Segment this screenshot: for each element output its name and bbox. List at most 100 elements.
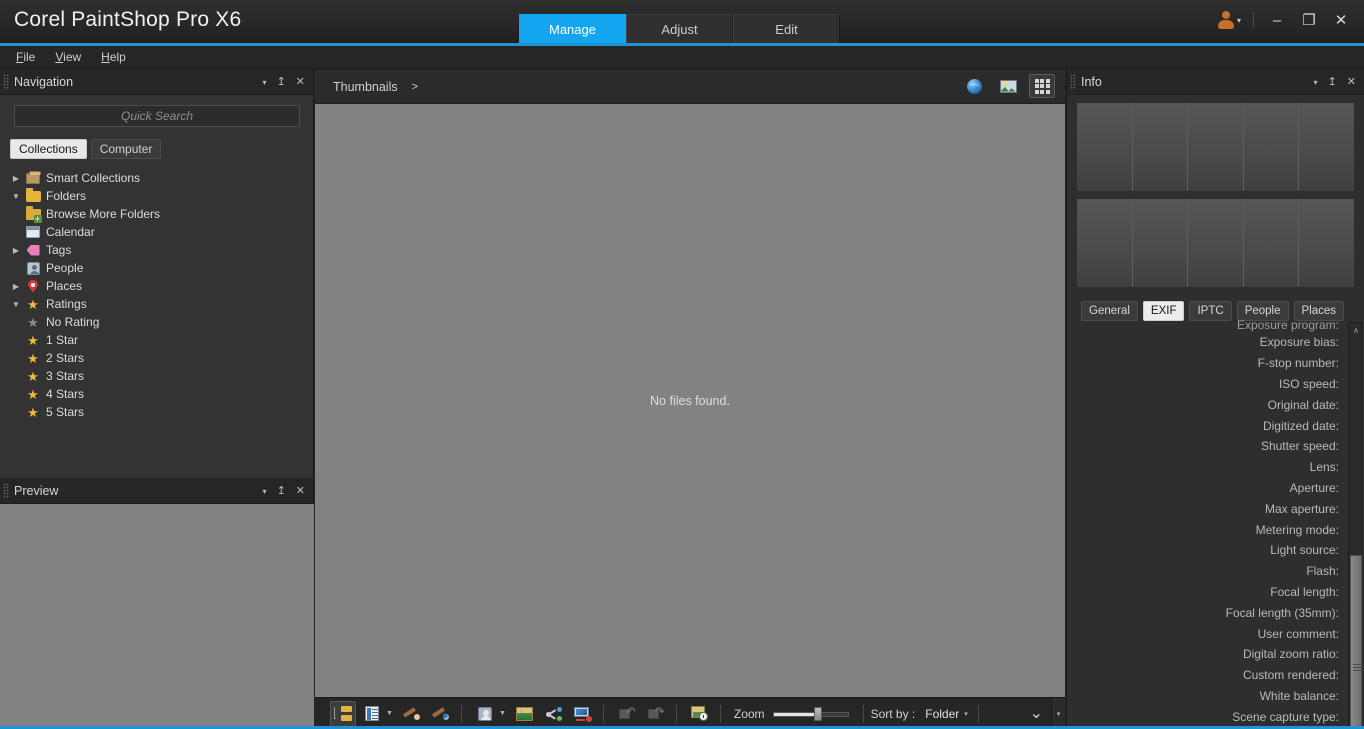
source-tabs: Collections Computer <box>0 135 313 165</box>
exif-row: Digital zoom ratio: <box>1067 644 1343 665</box>
scrollbar-thumb[interactable] <box>1350 555 1362 729</box>
tab-general[interactable]: General <box>1081 301 1138 321</box>
exif-field-label: Exposure program: <box>1236 320 1339 332</box>
info-pin-icon[interactable]: ↥ <box>1328 77 1337 88</box>
minimize-button[interactable]: – <box>1262 7 1292 33</box>
tab-edit[interactable]: Edit <box>733 14 840 44</box>
drag-grip-icon[interactable] <box>1070 74 1076 90</box>
grid-view-icon[interactable] <box>1029 74 1055 98</box>
tab-adjust[interactable]: Adjust <box>626 14 733 44</box>
tree-item-calendar[interactable]: Calendar <box>0 223 313 241</box>
tree-item-5-stars[interactable]: ★ 5 Stars <box>0 403 313 421</box>
preview-view-icon[interactable] <box>995 74 1021 98</box>
info-panel-header: Info ▾ ↥ ✕ <box>1067 70 1364 95</box>
folder-tree-toggle-icon[interactable] <box>330 700 356 727</box>
tree-item-label: 1 Star <box>46 333 79 347</box>
expand-panel-chevron-icon[interactable]: ⌄ <box>1030 705 1043 722</box>
zoom-slider[interactable] <box>772 706 849 721</box>
user-account-button[interactable]: ▾ <box>1213 11 1245 29</box>
search-input[interactable] <box>14 105 300 127</box>
tree-item-people[interactable]: People <box>0 259 313 277</box>
tree-item-4-stars[interactable]: ★ 4 Stars <box>0 385 313 403</box>
tree-item-label: 4 Stars <box>46 387 85 401</box>
tab-collections[interactable]: Collections <box>10 139 87 159</box>
rotate-left-icon[interactable]: ↶ <box>614 701 640 727</box>
info-close-icon[interactable]: ✕ <box>1347 77 1356 88</box>
exif-field-list: Exposure program: Exposure bias: F-stop nu… <box>1067 320 1364 729</box>
info-list-icon[interactable] <box>359 701 385 727</box>
thumbnails-content-area: No files found. <box>315 104 1065 697</box>
scroll-up-icon[interactable]: ∧ <box>1349 323 1363 337</box>
info-panel: Info ▾ ↥ ✕ General EXIF IPTC People Plac… <box>1066 70 1364 729</box>
toolbar-overflow-button[interactable]: ▾ <box>1051 698 1065 729</box>
menu-view[interactable]: View <box>47 48 89 66</box>
twisty-collapsed-icon[interactable]: ▶ <box>8 174 24 183</box>
tab-exif[interactable]: EXIF <box>1142 301 1185 321</box>
tree-item-folders[interactable]: ▼ Folders <box>0 187 313 205</box>
drag-grip-icon[interactable] <box>3 74 9 90</box>
zoom-slider-thumb[interactable] <box>814 706 823 721</box>
preview-image-area <box>0 504 314 729</box>
exif-field-label: White balance: <box>1259 688 1339 703</box>
preview-panel-header: Preview ▾ ↥ ✕ <box>0 479 313 504</box>
exif-field-label: Focal length (35mm): <box>1225 605 1339 620</box>
slideshow-icon[interactable] <box>570 701 596 727</box>
divider <box>460 704 462 723</box>
close-button[interactable]: ✕ <box>1326 7 1356 33</box>
exif-row: Lens: <box>1067 457 1343 478</box>
time-machine-icon[interactable] <box>687 701 713 727</box>
restore-button[interactable]: ❐ <box>1294 7 1324 33</box>
tree-item-1-star[interactable]: ★ 1 Star <box>0 331 313 349</box>
quick-fix-wand-icon[interactable] <box>399 701 425 727</box>
tree-item-tags[interactable]: ▶ Tags <box>0 241 313 259</box>
preview-menu-caret-icon[interactable]: ▾ <box>263 487 267 496</box>
exif-row: ISO speed: <box>1067 374 1343 395</box>
preview-pin-icon[interactable]: ↥ <box>277 486 286 497</box>
tab-computer[interactable]: Computer <box>90 139 162 159</box>
tree-item-smart-collections[interactable]: ▶ Smart Collections <box>0 169 313 187</box>
face-tag-icon[interactable] <box>472 701 498 727</box>
exif-row: F-stop number: <box>1067 353 1343 374</box>
exif-field-label: Aperture: <box>1289 480 1339 495</box>
exif-field-label: Digitized date: <box>1262 418 1339 433</box>
chevron-down-icon[interactable]: ▼ <box>499 710 506 717</box>
tab-manage[interactable]: Manage <box>519 14 626 44</box>
tab-iptc[interactable]: IPTC <box>1189 301 1232 321</box>
import-image-icon[interactable] <box>512 701 538 727</box>
chevron-down-icon[interactable]: ▼ <box>386 710 393 717</box>
sort-by-value[interactable]: Folder <box>925 707 959 721</box>
exif-scrollbar[interactable]: ∧ ∨ <box>1348 322 1362 729</box>
rotate-right-icon[interactable]: ↷ <box>643 701 669 727</box>
drag-grip-icon[interactable] <box>3 483 9 499</box>
tree-item-no-rating[interactable]: ★ No Rating <box>0 313 313 331</box>
twisty-collapsed-icon[interactable]: ▶ <box>8 282 24 291</box>
chevron-down-icon[interactable]: ▾ <box>964 710 968 718</box>
application-window: Corel PaintShop Pro X6 Manage Adjust Edi… <box>0 0 1364 729</box>
tree-item-ratings[interactable]: ▼ ★ Ratings <box>0 295 313 313</box>
preview-close-icon[interactable]: ✕ <box>296 486 305 497</box>
navigation-menu-caret-icon[interactable]: ▾ <box>263 78 267 87</box>
info-menu-caret-icon[interactable]: ▾ <box>1314 78 1318 87</box>
share-icon[interactable] <box>541 701 567 727</box>
navigation-close-icon[interactable]: ✕ <box>296 77 305 88</box>
twisty-expanded-icon[interactable]: ▼ <box>8 300 24 309</box>
twisty-collapsed-icon[interactable]: ▶ <box>8 246 24 255</box>
tab-places[interactable]: Places <box>1293 301 1345 321</box>
tree-item-places[interactable]: ▶ Places <box>0 277 313 295</box>
tree-item-2-stars[interactable]: ★ 2 Stars <box>0 349 313 367</box>
menu-help[interactable]: Help <box>93 48 134 66</box>
exif-row: Scene capture type: <box>1067 706 1343 727</box>
menu-file[interactable]: File <box>8 48 43 66</box>
divider <box>977 704 979 723</box>
navigation-pin-icon[interactable]: ↥ <box>277 77 286 88</box>
tree-item-label: 5 Stars <box>46 405 85 419</box>
tree-item-3-stars[interactable]: ★ 3 Stars <box>0 367 313 385</box>
tree-item-browse-more-folders[interactable]: Browse More Folders <box>0 205 313 223</box>
map-view-icon[interactable] <box>961 74 987 98</box>
twisty-expanded-icon[interactable]: ▼ <box>8 192 24 201</box>
auto-enhance-wand-icon[interactable] <box>428 701 454 727</box>
tab-people[interactable]: People <box>1236 301 1289 321</box>
exif-row: Original date: <box>1067 394 1343 415</box>
exif-field-label: Original date: <box>1267 397 1339 412</box>
exif-row: Shutter speed: <box>1067 436 1343 457</box>
